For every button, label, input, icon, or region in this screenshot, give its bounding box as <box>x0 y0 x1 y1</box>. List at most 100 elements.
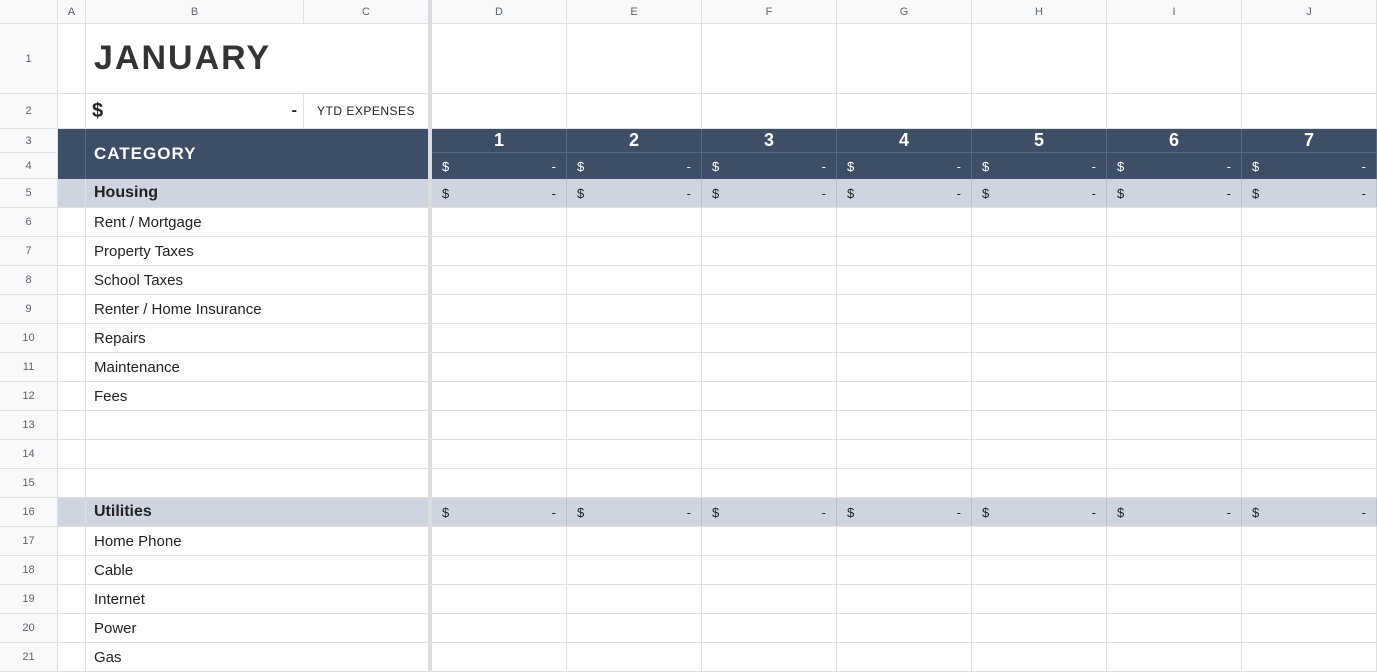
row-header-3[interactable]: 3 <box>0 129 57 153</box>
cell-A-item[interactable] <box>58 469 86 497</box>
item-cell-day-3[interactable] <box>702 411 837 439</box>
day-header-7[interactable]: 7 <box>1242 129 1377 152</box>
item-cell-day-3[interactable] <box>702 237 837 265</box>
item-cell-day-7[interactable] <box>1242 469 1377 497</box>
cell-I1[interactable] <box>1107 24 1242 93</box>
item-cell-day-6[interactable] <box>1107 208 1242 236</box>
item-cell-day-6[interactable] <box>1107 440 1242 468</box>
item-label[interactable]: Gas <box>86 643 432 671</box>
item-cell-day-4[interactable] <box>837 585 972 613</box>
cell-F2[interactable] <box>702 94 837 128</box>
item-cell-day-6[interactable] <box>1107 643 1242 671</box>
cell-A-section[interactable] <box>58 179 86 207</box>
row-header-12[interactable]: 12 <box>0 382 57 411</box>
row-header-21[interactable]: 21 <box>0 643 57 672</box>
item-cell-day-3[interactable] <box>702 266 837 294</box>
item-cell-day-7[interactable] <box>1242 556 1377 584</box>
day-header-3[interactable]: 3 <box>702 129 837 152</box>
item-cell-day-7[interactable] <box>1242 353 1377 381</box>
item-cell-day-5[interactable] <box>972 440 1107 468</box>
item-cell-day-1[interactable] <box>432 469 567 497</box>
cell-D1[interactable] <box>432 24 567 93</box>
row-header-11[interactable]: 11 <box>0 353 57 382</box>
item-cell-day-4[interactable] <box>837 469 972 497</box>
item-label[interactable]: Internet <box>86 585 432 613</box>
col-header-E[interactable]: E <box>567 0 702 23</box>
row-header-18[interactable]: 18 <box>0 556 57 585</box>
item-cell-day-2[interactable] <box>567 266 702 294</box>
item-cell-day-5[interactable] <box>972 353 1107 381</box>
cell-G2[interactable] <box>837 94 972 128</box>
item-cell-day-6[interactable] <box>1107 382 1242 410</box>
item-cell-day-2[interactable] <box>567 527 702 555</box>
cell-A-item[interactable] <box>58 266 86 294</box>
category-header[interactable]: CATEGORY <box>86 129 432 179</box>
section-total-day-3[interactable]: $- <box>702 498 837 526</box>
cell-A-item[interactable] <box>58 614 86 642</box>
item-cell-day-7[interactable] <box>1242 411 1377 439</box>
section-total-day-2[interactable]: $- <box>567 179 702 207</box>
row-header-1[interactable]: 1 <box>0 24 57 94</box>
item-cell-day-7[interactable] <box>1242 440 1377 468</box>
section-total-day-1[interactable]: $- <box>432 179 567 207</box>
item-cell-day-2[interactable] <box>567 643 702 671</box>
item-label[interactable] <box>86 440 432 468</box>
item-cell-day-3[interactable] <box>702 382 837 410</box>
cell-J1[interactable] <box>1242 24 1377 93</box>
item-cell-day-5[interactable] <box>972 614 1107 642</box>
row-header-13[interactable]: 13 <box>0 411 57 440</box>
cell-A-item[interactable] <box>58 208 86 236</box>
item-cell-day-4[interactable] <box>837 556 972 584</box>
item-cell-day-5[interactable] <box>972 382 1107 410</box>
section-total-day-2[interactable]: $- <box>567 498 702 526</box>
item-cell-day-7[interactable] <box>1242 237 1377 265</box>
day-total-3[interactable]: $- <box>702 153 837 179</box>
col-header-A[interactable]: A <box>58 0 86 23</box>
item-label[interactable]: Power <box>86 614 432 642</box>
section-total-day-4[interactable]: $- <box>837 498 972 526</box>
item-cell-day-4[interactable] <box>837 440 972 468</box>
day-header-2[interactable]: 2 <box>567 129 702 152</box>
day-header-6[interactable]: 6 <box>1107 129 1242 152</box>
item-cell-day-6[interactable] <box>1107 411 1242 439</box>
item-cell-day-4[interactable] <box>837 237 972 265</box>
row-header-15[interactable]: 15 <box>0 469 57 498</box>
day-total-4[interactable]: $- <box>837 153 972 179</box>
item-cell-day-2[interactable] <box>567 295 702 323</box>
cell-A-item[interactable] <box>58 237 86 265</box>
col-header-F[interactable]: F <box>702 0 837 23</box>
item-cell-day-1[interactable] <box>432 527 567 555</box>
item-cell-day-7[interactable] <box>1242 266 1377 294</box>
section-name[interactable]: Utilities <box>86 498 432 526</box>
item-cell-day-2[interactable] <box>567 353 702 381</box>
item-cell-day-7[interactable] <box>1242 527 1377 555</box>
cell-G1[interactable] <box>837 24 972 93</box>
row-header-9[interactable]: 9 <box>0 295 57 324</box>
col-header-D[interactable]: D <box>432 0 567 23</box>
section-total-day-7[interactable]: $- <box>1242 179 1377 207</box>
item-cell-day-2[interactable] <box>567 585 702 613</box>
item-cell-day-4[interactable] <box>837 208 972 236</box>
item-cell-day-5[interactable] <box>972 469 1107 497</box>
item-cell-day-7[interactable] <box>1242 324 1377 352</box>
item-cell-day-1[interactable] <box>432 411 567 439</box>
col-header-G[interactable]: G <box>837 0 972 23</box>
item-cell-day-1[interactable] <box>432 237 567 265</box>
row-header-19[interactable]: 19 <box>0 585 57 614</box>
item-label[interactable]: Rent / Mortgage <box>86 208 432 236</box>
cell-E2[interactable] <box>567 94 702 128</box>
item-cell-day-5[interactable] <box>972 643 1107 671</box>
item-cell-day-3[interactable] <box>702 614 837 642</box>
item-cell-day-4[interactable] <box>837 614 972 642</box>
item-label[interactable]: Fees <box>86 382 432 410</box>
cell-D2[interactable] <box>432 94 567 128</box>
cell-A-item[interactable] <box>58 440 86 468</box>
item-cell-day-3[interactable] <box>702 324 837 352</box>
item-cell-day-1[interactable] <box>432 324 567 352</box>
item-cell-day-2[interactable] <box>567 469 702 497</box>
item-cell-day-1[interactable] <box>432 556 567 584</box>
section-total-day-3[interactable]: $- <box>702 179 837 207</box>
item-cell-day-3[interactable] <box>702 585 837 613</box>
section-total-day-5[interactable]: $- <box>972 179 1107 207</box>
item-label[interactable]: School Taxes <box>86 266 432 294</box>
